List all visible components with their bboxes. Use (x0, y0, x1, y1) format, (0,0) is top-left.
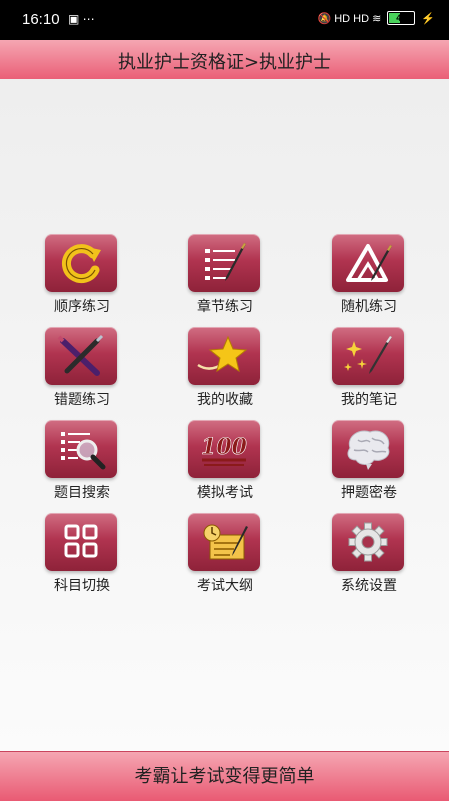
tile-label: 科目切换 (54, 578, 110, 594)
tile-label: 押题密卷 (341, 485, 397, 501)
gear-icon (332, 513, 404, 571)
status-bar: 16:10 ▣ ⋯ 🔕 HD HD ≋ 43 ⚡ (0, 0, 449, 40)
battery-level: 43 (396, 13, 407, 23)
tile-label: 考试大纲 (197, 578, 253, 594)
title-bar: 执业护士资格证>执业护士 (0, 40, 449, 79)
star-icon (188, 327, 260, 385)
signal-wifi-icons: 🔕 HD HD ≋ (317, 12, 382, 25)
svg-text:100: 100 (201, 434, 248, 460)
tile-chapter-practice[interactable]: 章节练习 (170, 234, 280, 318)
syllabus-icon (188, 513, 260, 571)
chapter-list-pen-icon (188, 234, 260, 292)
tile-label: 错题练习 (54, 392, 110, 408)
tile-label: 系统设置 (341, 578, 397, 594)
notes-sparkle-icon (332, 327, 404, 385)
random-pen-icon (332, 234, 404, 292)
tile-label: 我的收藏 (197, 392, 253, 408)
tile-system-settings[interactable]: 系统设置 (314, 513, 424, 597)
wrong-cross-icon (45, 327, 117, 385)
sequence-arrow-icon (45, 234, 117, 292)
tile-label: 顺序练习 (54, 299, 110, 315)
status-time: 16:10 (22, 11, 60, 28)
tile-label: 章节练习 (197, 299, 253, 315)
page-title: 执业护士资格证>执业护士 (117, 52, 332, 73)
notification-icons: ▣ ⋯ (68, 12, 95, 26)
tile-exam-syllabus[interactable]: 考试大纲 (170, 513, 280, 597)
footer-banner: 考霸让考试变得更简单 (0, 751, 449, 801)
tile-question-search[interactable]: 题目搜索 (27, 420, 137, 504)
tile-my-notes[interactable]: 我的笔记 (314, 327, 424, 411)
tile-wrong-practice[interactable]: 错题练习 (27, 327, 137, 411)
score-100-icon: 100 (188, 420, 260, 478)
brain-icon (332, 420, 404, 478)
tile-subject-switch[interactable]: 科目切换 (27, 513, 137, 597)
charging-icon: ⚡ (421, 12, 435, 25)
tile-my-favorites[interactable]: 我的收藏 (170, 327, 280, 411)
status-right-icons: 🔕 HD HD ≋ 43 ⚡ (317, 11, 435, 25)
main-content: 顺序练习 章节练习 随机练习 错题练习 我的收藏 我的笔记 题目搜索 100 模… (0, 79, 449, 751)
grid-switch-icon (45, 513, 117, 571)
battery-icon: 43 (387, 11, 416, 25)
footer-slogan: 考霸让考试变得更简单 (134, 766, 315, 787)
tile-label: 题目搜索 (54, 485, 110, 501)
tile-label: 模拟考试 (197, 485, 253, 501)
tile-label: 我的笔记 (341, 392, 397, 408)
tile-mock-exam[interactable]: 100 模拟考试 (170, 420, 280, 504)
tile-sequence-practice[interactable]: 顺序练习 (27, 234, 137, 318)
search-magnifier-icon (45, 420, 117, 478)
tile-random-practice[interactable]: 随机练习 (314, 234, 424, 318)
tile-predicted-paper[interactable]: 押题密卷 (314, 420, 424, 504)
tile-label: 随机练习 (341, 299, 397, 315)
